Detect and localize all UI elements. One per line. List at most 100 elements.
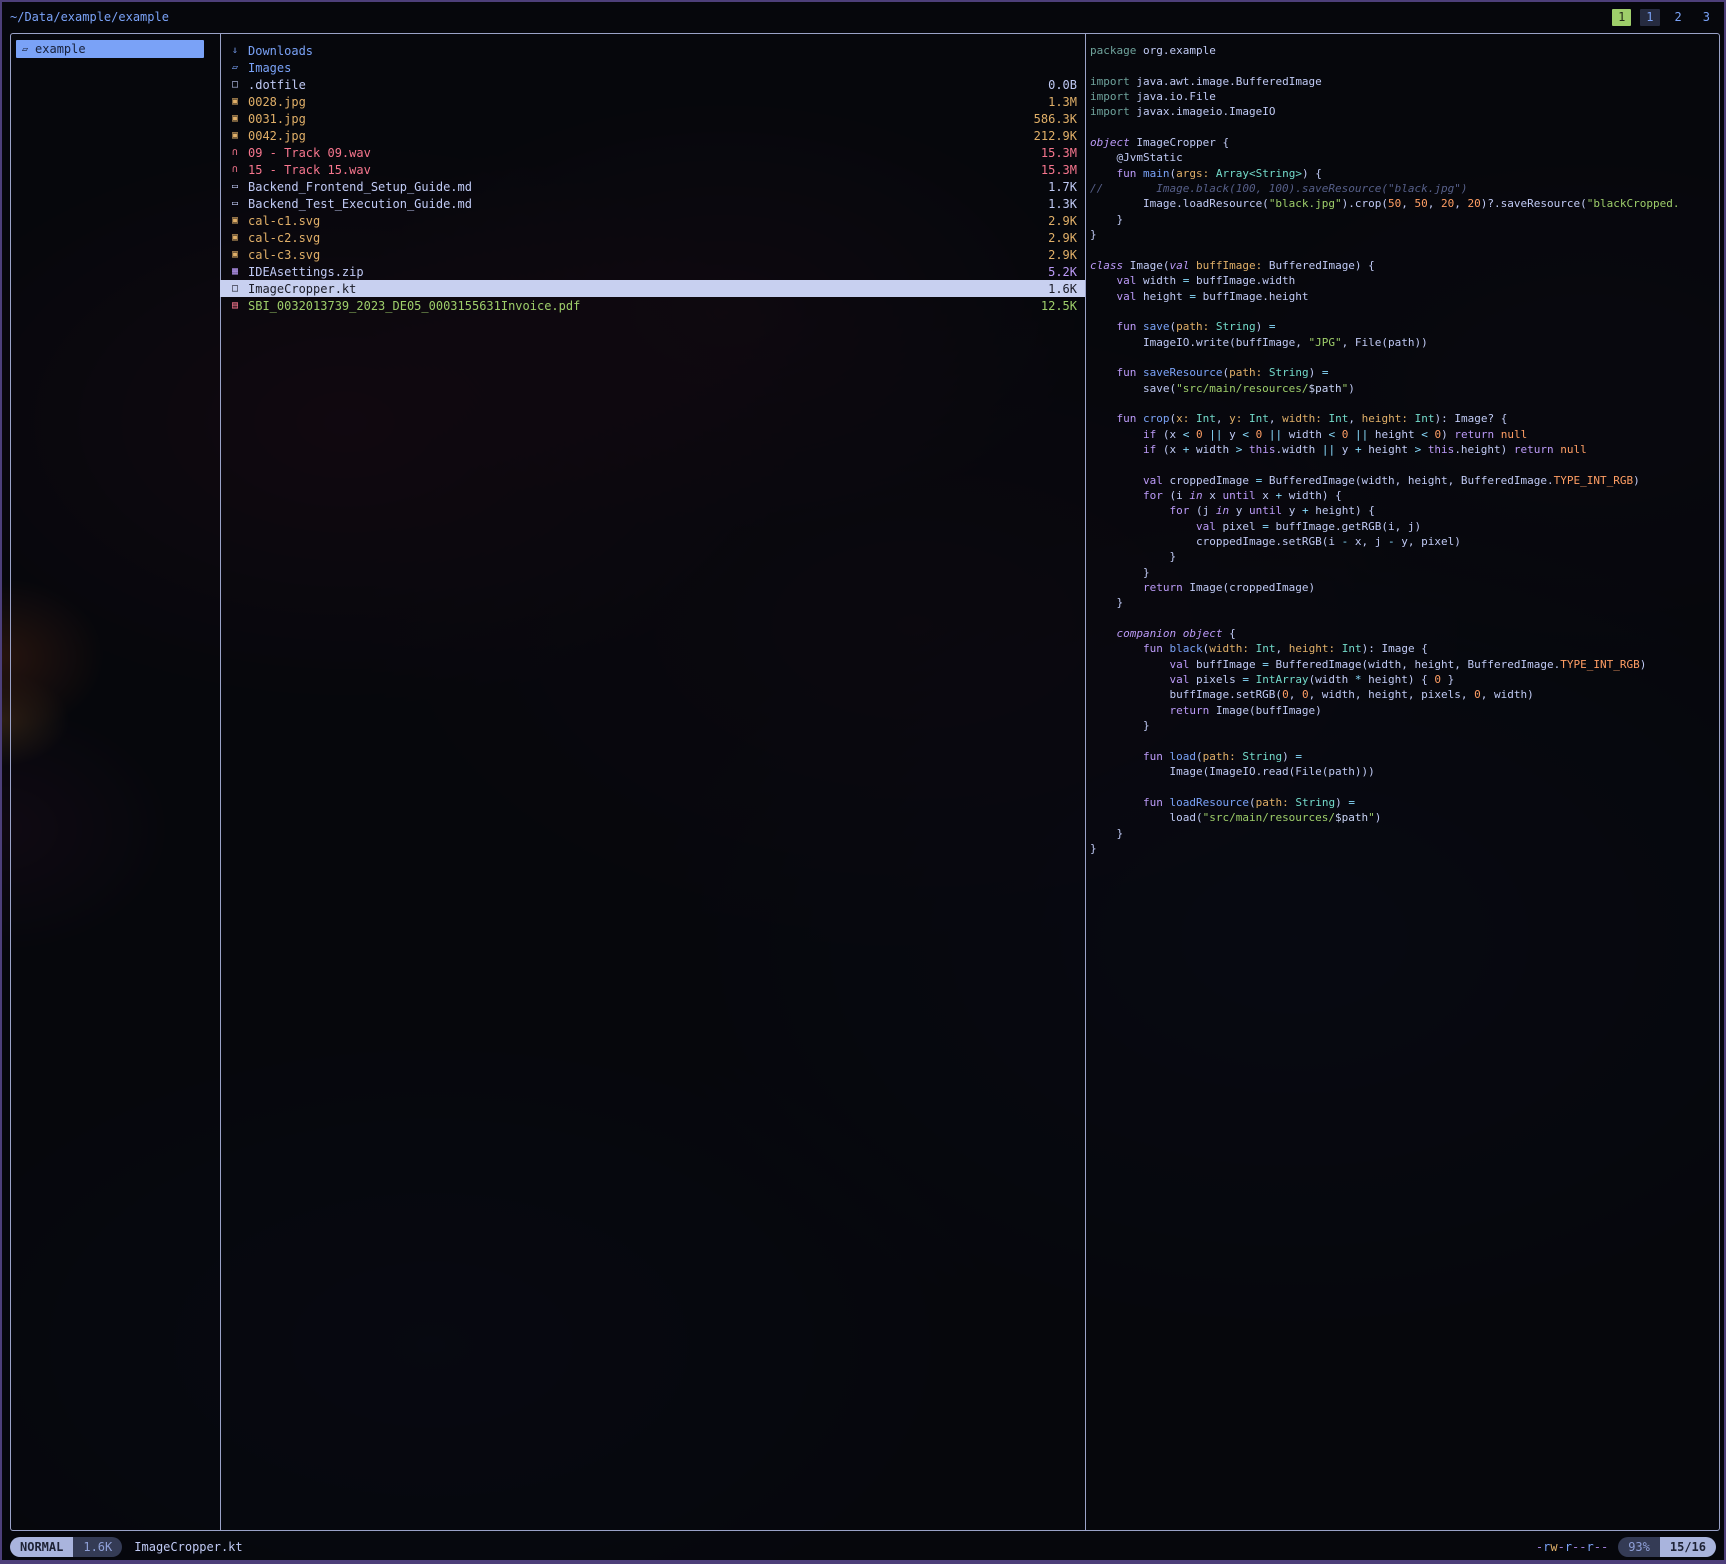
position-pill: 93% 15/16 [1618, 1537, 1716, 1557]
code-line [1090, 457, 1717, 472]
file-row[interactable]: ▦IDEAsettings.zip5.2K [220, 263, 1085, 280]
code-line: val width = buffImage.width [1090, 273, 1717, 288]
file-name: IDEAsettings.zip [248, 265, 1041, 279]
file-size: 586.3K [1034, 112, 1077, 126]
code-line: fun black(width: Int, height: Int): Imag… [1090, 641, 1717, 656]
file-row[interactable]: ▣ cal-c3.svg 2.9K [220, 246, 1085, 263]
tab-indicator[interactable]: 1 [1640, 9, 1659, 26]
tab-indicator[interactable]: 1 [1612, 9, 1631, 26]
code-line: fun load(path: String) = [1090, 749, 1717, 764]
scroll-percent-badge: 93% [1618, 1537, 1660, 1557]
file-size: 1.6K [1048, 282, 1077, 296]
file-name: Backend_Test_Execution_Guide.md [248, 197, 1041, 211]
image-icon: ▣ [229, 215, 241, 226]
tab-bar: 1123 [1612, 9, 1716, 26]
download-icon: ⇓ [229, 45, 241, 56]
code-line: for (i in x until x + width) { [1090, 488, 1717, 503]
code-line: fun save(path: String) = [1090, 319, 1717, 334]
file-size: 1.7K [1048, 180, 1077, 194]
code-line: croppedImage.setRGB(i - x, j - y, pixel) [1090, 534, 1717, 549]
file-size: 15.3M [1041, 163, 1077, 177]
file-size-badge: 1.6K [73, 1537, 122, 1557]
tab-indicator[interactable]: 2 [1669, 9, 1688, 26]
code-line [1090, 120, 1717, 135]
file-row[interactable]: □.dotfile0.0B [220, 76, 1085, 93]
code-line: return Image(croppedImage) [1090, 580, 1717, 595]
code-line [1090, 350, 1717, 365]
file-row[interactable]: ▭Backend_Frontend_Setup_Guide.md1.7K [220, 178, 1085, 195]
sidebar-item-example[interactable]: ▱ example [16, 40, 204, 58]
code-line [1090, 733, 1717, 748]
file-name: cal-c1.svg [248, 214, 1041, 228]
file-name: .dotfile [248, 78, 1041, 92]
code-line: load("src/main/resources/$path") [1090, 810, 1717, 825]
tab-indicator[interactable]: 3 [1697, 9, 1716, 26]
code-line: } [1090, 565, 1717, 580]
terminal-window: ~/Data/example/example 1123 ▱ example ⇓D… [0, 0, 1726, 1564]
file-size: 2.9K [1048, 214, 1077, 228]
file-size: 12.5K [1041, 299, 1077, 313]
markdown-icon: ▭ [229, 198, 241, 209]
audio-icon: ∩ [229, 164, 241, 175]
code-line: import java.awt.image.BufferedImage [1090, 74, 1717, 89]
code-line: if (x + width > this.width || y + height… [1090, 442, 1717, 457]
code-line: val pixel = buffImage.getRGB(i, j) [1090, 519, 1717, 534]
code-line: if (x < 0 || y < 0 || width < 0 || heigh… [1090, 427, 1717, 442]
file-row[interactable]: ▱ Images [220, 59, 1085, 76]
cursor-position-badge: 15/16 [1660, 1537, 1716, 1557]
code-line: return Image(buffImage) [1090, 703, 1717, 718]
file-name: Images [248, 61, 1070, 75]
file-row[interactable]: ▭Backend_Test_Execution_Guide.md1.3K [220, 195, 1085, 212]
file-row[interactable]: ▣0028.jpg1.3M [220, 93, 1085, 110]
file-name: SBI_0032013739_2023_DE05_0003155631Invoi… [248, 299, 1034, 313]
file-row[interactable]: □ImageCropper.kt1.6K [220, 280, 1085, 297]
code-preview: package org.example import java.awt.imag… [1090, 43, 1717, 856]
code-line [1090, 611, 1717, 626]
code-line: ImageIO.write(buffImage, "JPG", File(pat… [1090, 335, 1717, 350]
code-line: object ImageCropper { [1090, 135, 1717, 150]
code-line: // Image.black(100, 100).saveResource("b… [1090, 181, 1717, 196]
code-line: Image.loadResource("black.jpg").crop(50,… [1090, 196, 1717, 211]
code-line: val pixels = IntArray(width * height) { … [1090, 672, 1717, 687]
mode-pill: NORMAL 1.6K [10, 1537, 122, 1557]
image-icon: ▣ [229, 113, 241, 124]
code-line: fun loadResource(path: String) = [1090, 795, 1717, 810]
file-size: 0.0B [1048, 78, 1077, 92]
code-line: import javax.imageio.ImageIO [1090, 104, 1717, 119]
title-bar: ~/Data/example/example 1123 [10, 6, 1716, 28]
code-line: import java.io.File [1090, 89, 1717, 104]
file-row[interactable]: ▣ 0031.jpg 586.3K [220, 110, 1085, 127]
file-row[interactable]: ▣0042.jpg212.9K [220, 127, 1085, 144]
image-icon: ▣ [229, 249, 241, 260]
file-row[interactable]: ▣ cal-c1.svg 2.9K [220, 212, 1085, 229]
code-line [1090, 304, 1717, 319]
permissions: -rw-r--r-- [1536, 1540, 1608, 1554]
file-row[interactable]: ▤ SBI_0032013739_2023_DE05_0003155631Invo… [220, 297, 1085, 314]
code-line: companion object { [1090, 626, 1717, 641]
code-line: for (j in y until y + height) { [1090, 503, 1717, 518]
sidebar-item-label: example [35, 42, 86, 56]
file-name: 0031.jpg [248, 112, 1027, 126]
file-name: Backend_Frontend_Setup_Guide.md [248, 180, 1041, 194]
file-row[interactable]: ∩15 - Track 15.wav15.3M [220, 161, 1085, 178]
file-size: 2.9K [1048, 231, 1077, 245]
code-line: } [1090, 212, 1717, 227]
code-line: fun main(args: Array<String>) { [1090, 166, 1717, 181]
file-row[interactable]: ∩09 - Track 09.wav15.3M [220, 144, 1085, 161]
image-icon: ▣ [229, 130, 241, 141]
code-line: } [1090, 227, 1717, 242]
folder-icon: ▱ [229, 62, 241, 73]
file-row[interactable]: ▣cal-c2.svg2.9K [220, 229, 1085, 246]
pdf-icon: ▤ [229, 300, 241, 311]
file-name: cal-c3.svg [248, 248, 1041, 262]
file-name: ImageCropper.kt [248, 282, 1041, 296]
file-size: 2.9K [1048, 248, 1077, 262]
code-line: package org.example [1090, 43, 1717, 58]
file-size: 15.3M [1041, 146, 1077, 160]
code-line: buffImage.setRGB(0, 0, width, height, pi… [1090, 687, 1717, 702]
zip-icon: ▦ [229, 266, 241, 277]
file-row[interactable]: ⇓Downloads [220, 42, 1085, 59]
file-name: cal-c2.svg [248, 231, 1041, 245]
mode-badge: NORMAL [10, 1537, 73, 1557]
code-line: @JvmStatic [1090, 150, 1717, 165]
